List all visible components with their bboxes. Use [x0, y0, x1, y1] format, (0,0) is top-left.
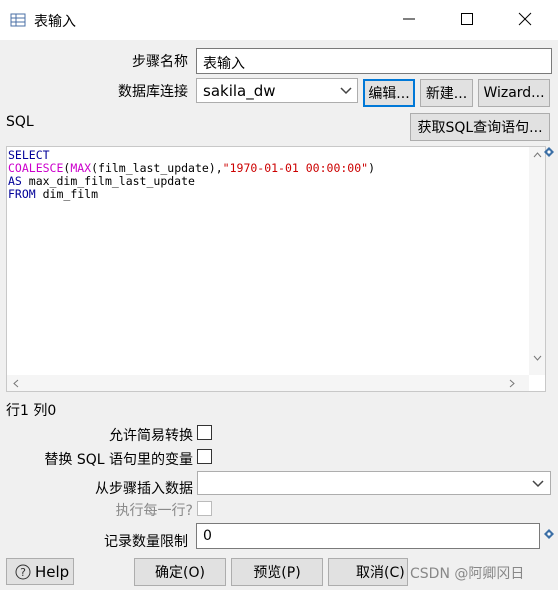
help-label: Help [35, 562, 70, 581]
sql-code: SELECT COALESCE(MAX(film_last_update),"1… [8, 149, 375, 201]
sql-line-3: AS max_dim_film_last_update [8, 174, 195, 188]
chevron-down-icon [532, 476, 544, 494]
lazy-conversion-checkbox[interactable] [197, 425, 212, 440]
new-connection-button[interactable]: 新建... [420, 79, 473, 107]
sql-line-2: COALESCE(MAX(film_last_update),"1970-01-… [8, 161, 376, 175]
replace-vars-label: 替换 SQL 语句里的变量 [44, 452, 193, 468]
horizontal-scrollbar[interactable] [7, 375, 529, 391]
table-input-icon [10, 12, 26, 28]
preview-button[interactable]: 预览(P) [231, 558, 323, 586]
window-title: 表输入 [34, 14, 76, 30]
minimize-icon[interactable] [398, 8, 420, 30]
insert-from-step-label: 从步骤插入数据 [95, 481, 193, 497]
step-name-label: 步骤名称 [132, 54, 188, 70]
limit-field[interactable]: 0 [196, 523, 540, 549]
step-name-field[interactable]: 表输入 [196, 48, 552, 74]
db-connection-value: sakila_dw [203, 82, 276, 100]
sql-line-1: SELECT [8, 148, 50, 162]
variable-icon [543, 146, 555, 162]
variable-icon [543, 528, 555, 544]
insert-from-step-select[interactable] [197, 471, 551, 495]
lazy-conversion-label: 允许简易转换 [109, 428, 193, 444]
edit-connection-button[interactable]: 编辑... [363, 79, 415, 107]
help-button[interactable]: ? Help [6, 558, 74, 585]
sql-label: SQL [6, 114, 34, 130]
sql-editor[interactable]: SELECT COALESCE(MAX(film_last_update),"1… [6, 146, 546, 392]
db-connection-select[interactable]: sakila_dw [196, 78, 358, 103]
vertical-scrollbar[interactable] [529, 147, 545, 375]
execute-each-row-label: 执行每一行? [115, 503, 193, 519]
close-icon[interactable] [514, 8, 536, 30]
execute-each-row-checkbox[interactable] [197, 501, 212, 516]
watermark: CSDN @阿卿冈日 [410, 566, 525, 582]
cursor-position: 行1 列0 [6, 403, 57, 419]
wizard-button[interactable]: Wizard... [478, 79, 550, 107]
db-connection-label: 数据库连接 [118, 84, 188, 100]
chevron-down-icon [340, 83, 352, 101]
svg-text:?: ? [20, 566, 26, 579]
ok-button[interactable]: 确定(O) [134, 558, 226, 586]
maximize-icon[interactable] [456, 8, 478, 30]
cancel-button[interactable]: 取消(C) [328, 558, 408, 586]
get-sql-button[interactable]: 获取SQL查询语句... [410, 113, 550, 141]
sql-line-4: FROM dim_film [8, 187, 99, 201]
help-icon: ? [15, 564, 31, 579]
replace-vars-checkbox[interactable] [197, 449, 212, 464]
limit-label: 记录数量限制 [104, 534, 188, 550]
